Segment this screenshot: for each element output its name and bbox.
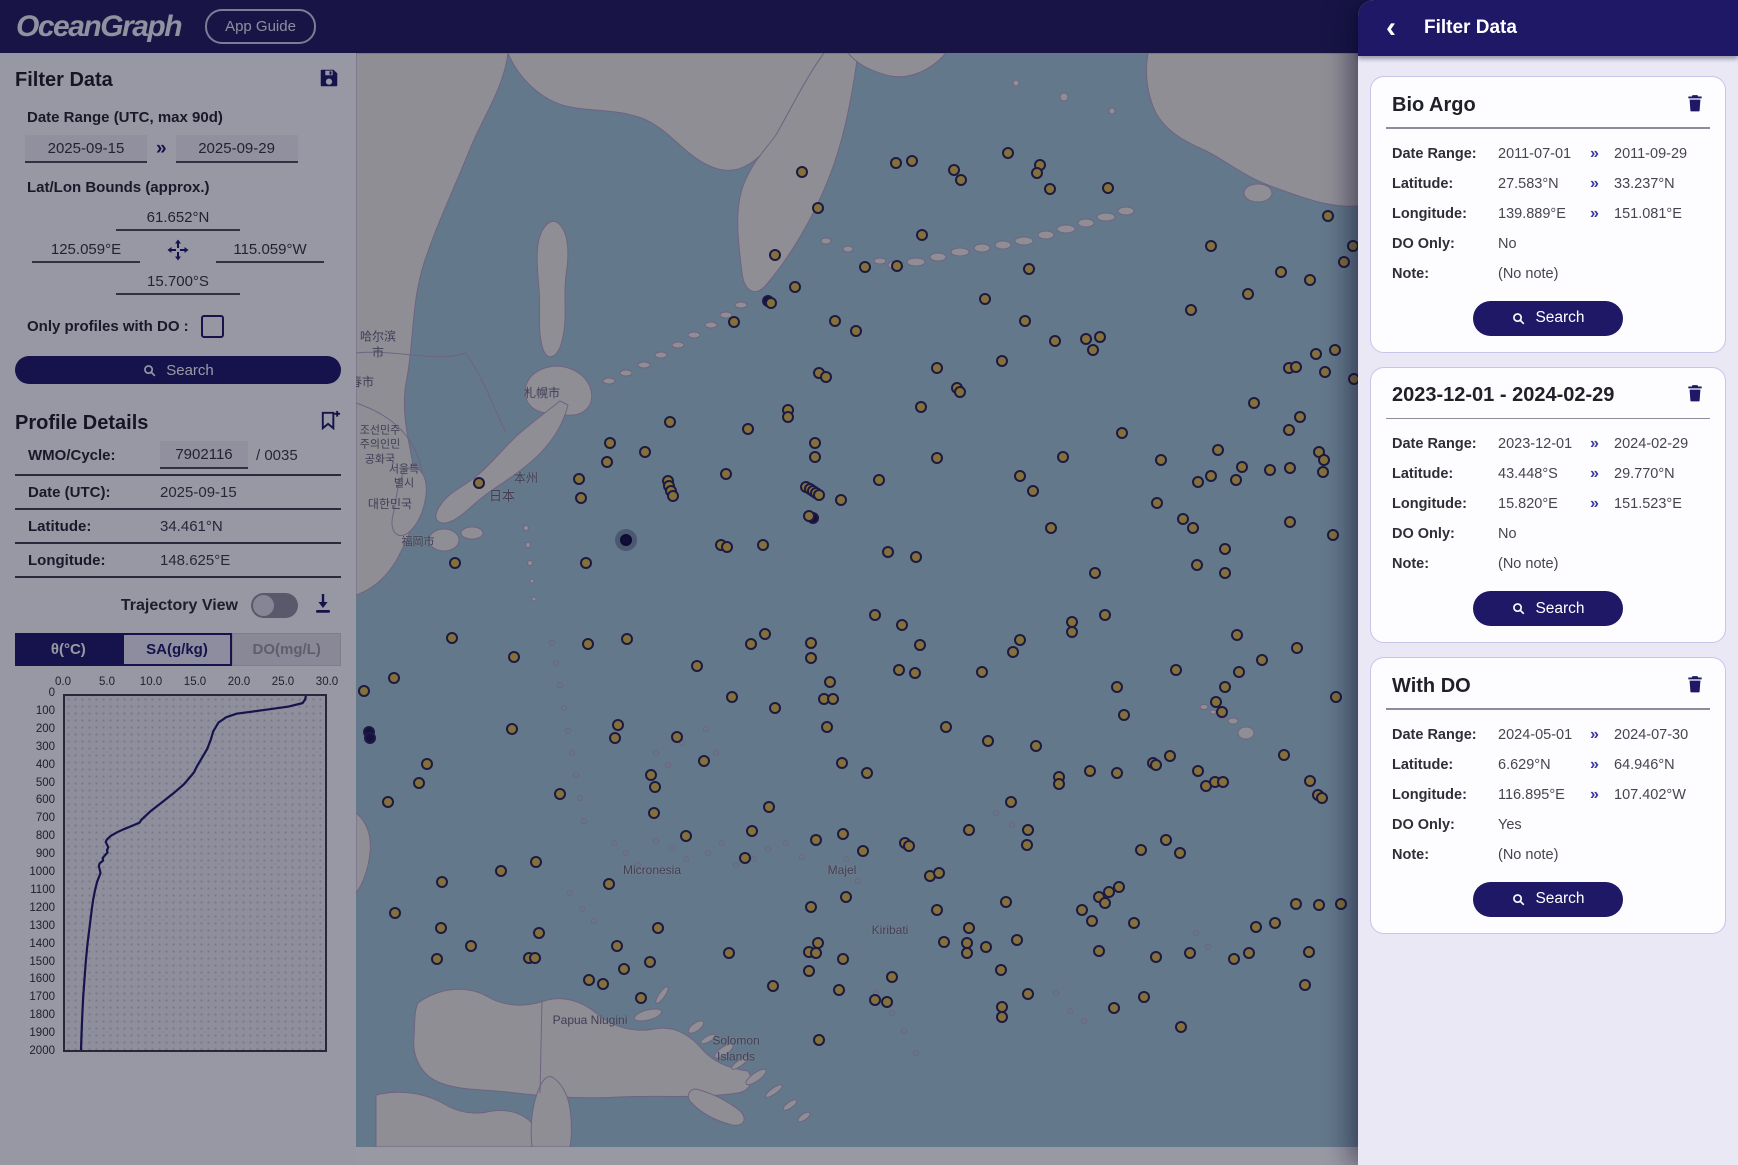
trash-icon (1685, 382, 1705, 409)
row-value-to: 2024-02-29 (1614, 436, 1689, 452)
search-icon (1511, 892, 1526, 907)
row-value-from: 6.629°N (1498, 756, 1551, 773)
row-label: Note: (1392, 265, 1430, 282)
row-label: Latitude: (1392, 756, 1454, 773)
saved-filter-card: With DO Date Range: 2024-05-01 » 2024-07-30… (1370, 657, 1726, 934)
trash-icon (1685, 673, 1705, 700)
row-value-from: 43.448°S (1498, 466, 1558, 482)
card-title: Bio Argo (1392, 93, 1476, 116)
row-value-from: 27.583°N (1498, 175, 1559, 192)
row-label: Note: (1392, 556, 1430, 572)
range-chevron-icon: » (1590, 174, 1599, 192)
row-label: Latitude: (1392, 175, 1454, 192)
row-label: Longitude: (1392, 496, 1467, 512)
row-label: DO Only: (1392, 235, 1455, 252)
drawer-header: ‹ Filter Data (1358, 0, 1738, 56)
range-chevron-icon: » (1590, 144, 1599, 162)
row-label: DO Only: (1392, 526, 1455, 542)
saved-filter-cards: Bio Argo Date Range: 2011-07-01 » 2011-09-2… (1358, 56, 1738, 954)
saved-filter-card: Bio Argo Date Range: 2011-07-01 » 2011-09-2… (1370, 76, 1726, 353)
delete-filter-button[interactable] (1683, 93, 1707, 117)
card-search-label: Search (1535, 599, 1585, 617)
row-value-from: 2011-07-01 (1498, 145, 1572, 162)
range-chevron-icon: » (1590, 204, 1599, 222)
card-search-label: Search (1535, 890, 1585, 907)
row-value-to: 64.946°N (1614, 756, 1675, 773)
delete-filter-button[interactable] (1683, 674, 1707, 698)
search-icon (1511, 601, 1526, 616)
range-chevron-icon: » (1590, 495, 1599, 512)
card-title: 2023-12-01 - 2024-02-29 (1392, 384, 1615, 406)
row-value: (No note) (1498, 556, 1559, 572)
saved-filters-drawer: ‹ Filter Data Bio Argo Date Range: 2011-0… (1358, 0, 1738, 1165)
search-icon (1511, 311, 1526, 326)
card-search-button[interactable]: Search (1473, 881, 1623, 917)
row-label: Note: (1392, 846, 1430, 863)
card-search-button[interactable]: Search (1473, 300, 1623, 336)
row-value-to: 33.237°N (1614, 175, 1675, 192)
row-label: Longitude: (1392, 786, 1467, 803)
row-label: DO Only: (1392, 816, 1455, 833)
range-chevron-icon: » (1590, 725, 1599, 743)
row-value-to: 2011-09-29 (1614, 145, 1688, 162)
card-divider (1386, 127, 1710, 129)
app: 哈尔滨 市春市札幌市조선민주 주의인민 공화국서울특 별시대한민국本州日本福岡市… (0, 0, 1738, 1165)
card-search-label: Search (1535, 309, 1585, 326)
card-search-button[interactable]: Search (1473, 591, 1623, 626)
delete-filter-button[interactable] (1683, 384, 1707, 408)
back-chevron-icon[interactable]: ‹ (1386, 13, 1396, 43)
row-value-from: 116.895°E (1498, 786, 1565, 803)
card-divider (1386, 417, 1710, 419)
row-value: Yes (1498, 816, 1522, 833)
row-value: No (1498, 235, 1517, 252)
row-value: (No note) (1498, 265, 1559, 282)
row-value-to: 29.770°N (1614, 466, 1675, 482)
row-label: Date Range: (1392, 436, 1477, 452)
row-label: Date Range: (1392, 145, 1477, 162)
row-label: Longitude: (1392, 205, 1467, 222)
saved-filter-card: 2023-12-01 - 2024-02-29 Date Range: 2023-… (1370, 366, 1726, 643)
row-value: (No note) (1498, 846, 1559, 863)
trash-icon (1685, 92, 1705, 119)
range-chevron-icon: » (1590, 435, 1599, 452)
row-value-to: 2024-07-30 (1614, 726, 1689, 743)
row-value-from: 2023-12-01 (1498, 436, 1573, 452)
row-value-to: 151.081°E (1614, 205, 1682, 222)
row-value-to: 151.523°E (1614, 496, 1682, 512)
row-value-from: 139.889°E (1498, 205, 1566, 222)
row-label: Date Range: (1392, 726, 1477, 743)
row-label: Latitude: (1392, 466, 1454, 482)
range-chevron-icon: » (1590, 755, 1599, 773)
card-title: With DO (1392, 674, 1471, 697)
card-divider (1386, 708, 1710, 710)
row-value-to: 107.402°W (1614, 786, 1686, 803)
row-value: No (1498, 526, 1517, 542)
drawer-title: Filter Data (1424, 17, 1517, 38)
row-value-from: 15.820°E (1498, 496, 1558, 512)
row-value-from: 2024-05-01 (1498, 726, 1573, 743)
range-chevron-icon: » (1590, 785, 1599, 803)
range-chevron-icon: » (1590, 465, 1599, 482)
